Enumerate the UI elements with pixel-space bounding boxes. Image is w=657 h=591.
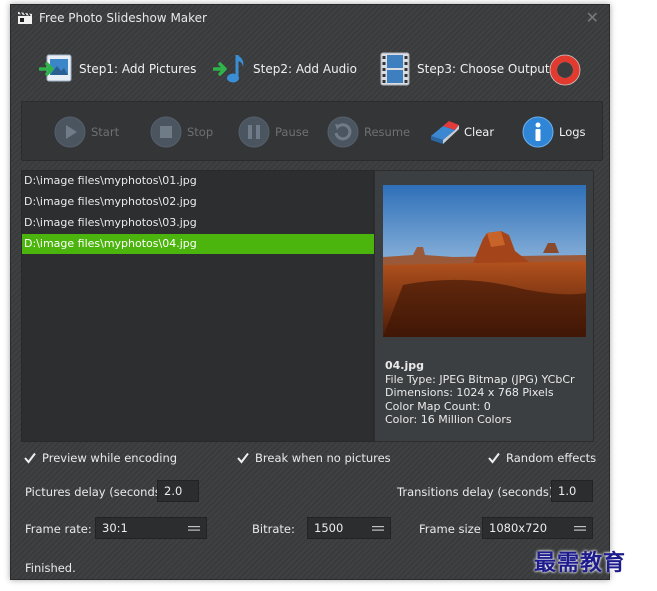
life-ring-icon[interactable] bbox=[547, 52, 583, 88]
frame-size-select[interactable]: 1080x720 bbox=[482, 517, 593, 539]
break-when-no-pictures-label: Break when no pictures bbox=[255, 451, 391, 465]
stop-label: Stop bbox=[187, 125, 214, 139]
start-label: Start bbox=[91, 125, 120, 139]
color-map-count: Color Map Count: 0 bbox=[385, 399, 491, 413]
random-effects-label: Random effects bbox=[506, 451, 597, 465]
checkmark-icon bbox=[24, 452, 36, 464]
toolbar: Start Stop Pause Resume Clear Logs bbox=[21, 101, 603, 161]
stop-icon bbox=[150, 116, 182, 148]
resume-label: Resume bbox=[364, 125, 411, 139]
close-icon[interactable]: ✕ bbox=[586, 8, 599, 27]
pause-button[interactable]: Pause bbox=[238, 116, 309, 148]
break-when-no-pictures-checkbox[interactable]: Break when no pictures bbox=[236, 451, 391, 465]
preview-panel: 04.jpg File Type: JPEG Bitmap (JPG) YCbC… bbox=[374, 170, 594, 442]
bitrate-select[interactable]: 1500 bbox=[307, 517, 391, 539]
info-icon bbox=[522, 116, 554, 148]
add-pictures-icon bbox=[39, 54, 72, 82]
options-row: Preview while encoding Break when no pic… bbox=[11, 449, 609, 471]
checkmark-icon bbox=[488, 452, 500, 464]
transitions-delay-label: Transitions delay (seconds) bbox=[397, 485, 554, 499]
file-dimensions: Dimensions: 1024 x 768 Pixels bbox=[385, 386, 554, 399]
clear-label: Clear bbox=[464, 125, 495, 139]
bitrate-label: Bitrate: bbox=[252, 522, 295, 536]
add-audio-icon bbox=[213, 55, 244, 83]
list-item-selected[interactable]: D:\image files\myphotos\04.jpg bbox=[22, 234, 375, 254]
frame-rate-label: Frame rate: bbox=[25, 522, 92, 536]
file-colors: Color: 16 Million Colors bbox=[385, 413, 512, 426]
list-item[interactable]: D:\image files\myphotos\01.jpg bbox=[22, 171, 375, 191]
main-window: Free Photo Slideshow Maker ✕ Step1: Add … bbox=[10, 4, 610, 580]
file-info: 04.jpg File Type: JPEG Bitmap (JPG) YCbC… bbox=[385, 359, 575, 427]
steps-bar: Step1: Add Pictures Step2: Add Audio Ste… bbox=[11, 49, 609, 93]
pictures-delay-input[interactable]: 2.0 bbox=[157, 480, 199, 502]
preview-while-encoding-checkbox[interactable]: Preview while encoding bbox=[23, 451, 177, 465]
logs-label: Logs bbox=[559, 125, 586, 139]
watermark-text: 最需教育 bbox=[534, 550, 627, 576]
picture-list[interactable]: D:\image files\myphotos\01.jpg D:\image … bbox=[21, 170, 375, 442]
resume-button[interactable]: Resume bbox=[327, 116, 410, 148]
menu-grip-icon bbox=[188, 526, 200, 531]
film-strip-icon bbox=[380, 52, 410, 86]
title-bar: Free Photo Slideshow Maker ✕ bbox=[11, 5, 609, 33]
resume-icon bbox=[327, 116, 359, 148]
window-title: Free Photo Slideshow Maker bbox=[39, 11, 207, 25]
pause-label: Pause bbox=[275, 125, 309, 139]
list-item[interactable]: D:\image files\myphotos\03.jpg bbox=[22, 213, 375, 233]
transitions-delay-input[interactable]: 1.0 bbox=[551, 480, 593, 502]
logs-button[interactable]: Logs bbox=[522, 116, 586, 148]
clapperboard-icon bbox=[18, 11, 32, 24]
step-add-pictures-button[interactable]: Step1: Add Pictures bbox=[39, 49, 196, 89]
random-effects-checkbox[interactable]: Random effects bbox=[487, 451, 596, 465]
file-type: File Type: JPEG Bitmap (JPG) YCbCr bbox=[385, 372, 575, 386]
start-button[interactable]: Start bbox=[54, 116, 119, 148]
status-text: Finished. bbox=[25, 561, 76, 575]
play-icon bbox=[54, 116, 86, 148]
pause-icon bbox=[238, 116, 270, 148]
list-item[interactable]: D:\image files\myphotos\02.jpg bbox=[22, 192, 375, 212]
frame-size-label: Frame size: bbox=[419, 522, 485, 536]
frame-size-value: 1080x720 bbox=[489, 521, 548, 535]
step-choose-output-label: Step3: Choose Output bbox=[417, 62, 550, 76]
step-add-pictures-label: Step1: Add Pictures bbox=[79, 62, 197, 76]
eraser-icon bbox=[431, 121, 459, 144]
stop-button[interactable]: Stop bbox=[150, 116, 213, 148]
pictures-delay-label: Pictures delay (seconds) bbox=[25, 485, 166, 499]
checkmark-icon bbox=[237, 452, 249, 464]
clear-button[interactable]: Clear bbox=[427, 116, 494, 148]
file-name: 04.jpg bbox=[385, 359, 425, 372]
menu-grip-icon bbox=[372, 526, 384, 531]
frame-rate-select[interactable]: 30:1 bbox=[95, 517, 207, 539]
step-add-audio-button[interactable]: Step2: Add Audio bbox=[213, 49, 357, 89]
frame-rate-value: 30:1 bbox=[102, 521, 128, 535]
step-choose-output-button[interactable]: Step3: Choose Output bbox=[377, 49, 550, 89]
preview-while-encoding-label: Preview while encoding bbox=[42, 451, 178, 465]
menu-grip-icon bbox=[574, 526, 586, 531]
step-add-audio-label: Step2: Add Audio bbox=[253, 62, 357, 76]
bitrate-value: 1500 bbox=[314, 521, 344, 535]
preview-image bbox=[383, 185, 586, 337]
